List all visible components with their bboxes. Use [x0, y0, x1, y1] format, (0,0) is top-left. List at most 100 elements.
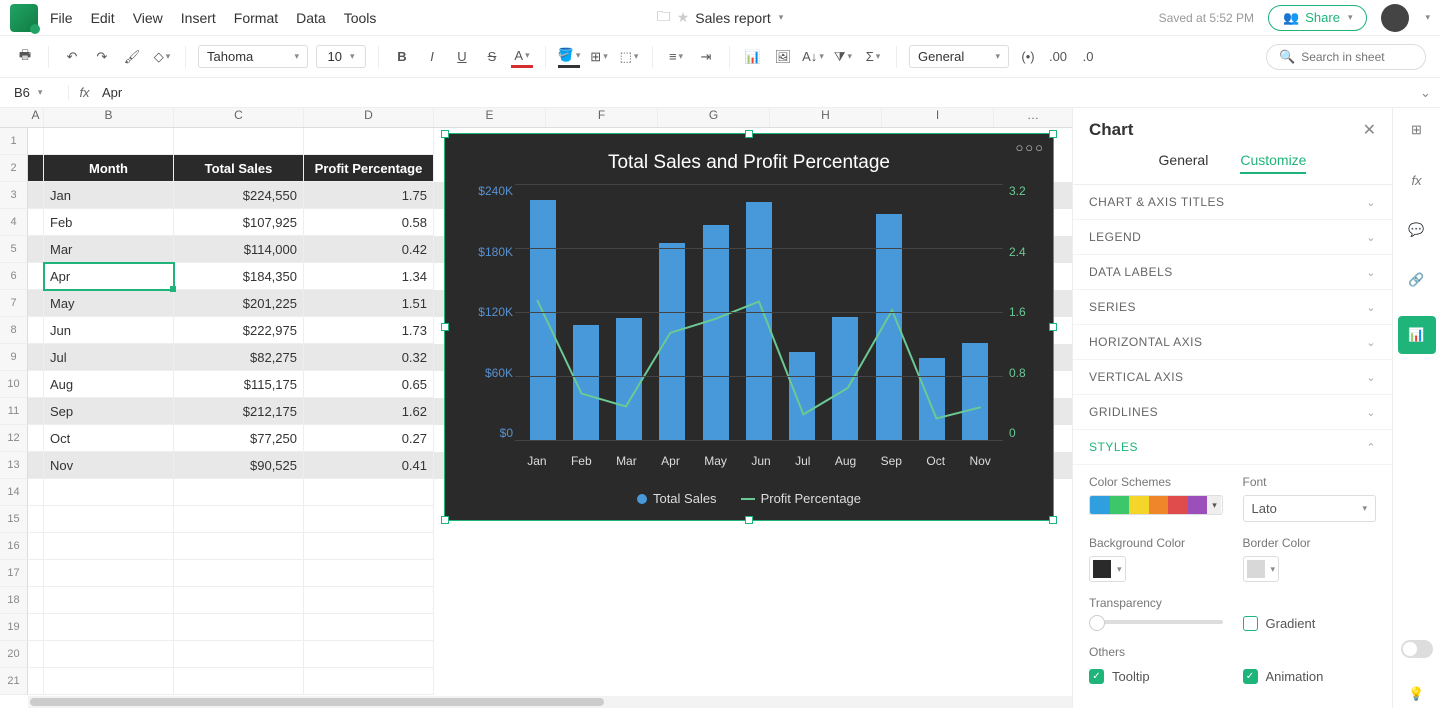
font-size-select[interactable]: 10▾ — [316, 45, 366, 68]
section-vertical-axis[interactable]: VERTICAL AXIS⌄ — [1073, 360, 1392, 395]
menu-view[interactable]: View — [133, 10, 163, 26]
chevron-down-icon: ⌄ — [1366, 406, 1376, 419]
font-select[interactable]: Tahoma▾ — [198, 45, 308, 68]
section-styles[interactable]: STYLES⌃ — [1073, 430, 1392, 465]
color-scheme-picker[interactable]: ▾ — [1089, 495, 1223, 515]
decimals-inc-icon[interactable]: .0 — [1077, 46, 1099, 68]
chevron-down-icon[interactable]: ▾ — [779, 12, 784, 23]
bg-color-picker[interactable]: ▾ — [1089, 556, 1126, 582]
bold-icon[interactable]: B — [391, 46, 413, 68]
parens-icon[interactable]: (•) — [1017, 46, 1039, 68]
image-icon[interactable]: 🖼 — [772, 46, 794, 68]
merge-icon[interactable]: ⬚▾ — [618, 46, 640, 68]
pivot-icon[interactable]: ⊞ — [1403, 116, 1431, 144]
col-header[interactable]: D — [304, 108, 434, 127]
col-header[interactable]: G — [658, 108, 770, 127]
col-header[interactable]: C — [174, 108, 304, 127]
menu-format[interactable]: Format — [234, 10, 278, 26]
col-header[interactable]: B — [44, 108, 174, 127]
decimals-dec-icon[interactable]: .00 — [1047, 46, 1069, 68]
resize-handle[interactable] — [441, 323, 449, 331]
resize-handle[interactable] — [441, 130, 449, 138]
formula-input[interactable]: Apr — [92, 85, 1420, 100]
wrap-icon[interactable]: ⇥ — [695, 46, 717, 68]
section-data-labels[interactable]: DATA LABELS⌄ — [1073, 255, 1392, 290]
menu-data[interactable]: Data — [296, 10, 326, 26]
section-series[interactable]: SERIES⌄ — [1073, 290, 1392, 325]
share-link-icon[interactable]: 🔗 — [1403, 266, 1431, 294]
tab-general[interactable]: General — [1159, 152, 1209, 174]
sigma-icon[interactable]: Σ▾ — [862, 46, 884, 68]
folder-icon[interactable]: 🗀 — [657, 6, 671, 30]
chart-panel-icon[interactable]: 📊 — [1398, 316, 1436, 354]
clear-format-icon[interactable]: ◇▾ — [151, 46, 173, 68]
col-header[interactable]: F — [546, 108, 658, 127]
align-icon[interactable]: ≡▾ — [665, 46, 687, 68]
chart-menu-icon[interactable]: ○○○ — [1015, 140, 1045, 155]
filter-icon[interactable]: ⧩▾ — [832, 46, 854, 68]
search-input[interactable] — [1301, 50, 1413, 64]
undo-icon[interactable]: ↶ — [61, 46, 83, 68]
resize-handle[interactable] — [745, 130, 753, 138]
menu-tools[interactable]: Tools — [344, 10, 377, 26]
doc-name[interactable]: Sales report — [695, 10, 770, 26]
paint-format-icon[interactable]: 🖌 — [121, 46, 143, 68]
chevron-down-icon: ⌄ — [1366, 336, 1376, 349]
text-color-icon[interactable]: A▾ — [511, 46, 533, 68]
chevron-down-icon[interactable]: ▾ — [1425, 12, 1430, 23]
menu-insert[interactable]: Insert — [181, 10, 216, 26]
horizontal-scrollbar[interactable] — [28, 696, 1072, 708]
print-icon[interactable]: 🖶 — [14, 46, 36, 68]
font-select[interactable]: Lato▾ — [1243, 495, 1377, 522]
gradient-checkbox[interactable] — [1243, 616, 1258, 631]
chart-object[interactable]: ○○○ Total Sales and Profit Percentage $2… — [444, 133, 1054, 521]
tooltip-checkbox[interactable]: ✓ — [1089, 669, 1104, 684]
underline-icon[interactable]: U — [451, 46, 473, 68]
strike-icon[interactable]: S — [481, 46, 503, 68]
menu-file[interactable]: File — [50, 10, 73, 26]
col-header[interactable]: H — [770, 108, 882, 127]
transparency-slider[interactable] — [1089, 620, 1223, 624]
italic-icon[interactable]: I — [421, 46, 443, 68]
animation-checkbox[interactable]: ✓ — [1243, 669, 1258, 684]
comment-icon[interactable]: 💬 — [1403, 216, 1431, 244]
tab-customize[interactable]: Customize — [1240, 152, 1306, 174]
spreadsheet[interactable]: A B C D E F G H I … 12MonthTotal SalesPr… — [0, 108, 1072, 708]
section-chart-axis-titles[interactable]: CHART & AXIS TITLES⌄ — [1073, 185, 1392, 220]
sort-icon[interactable]: A↓▾ — [802, 46, 824, 68]
chevron-up-icon: ⌃ — [1366, 441, 1376, 454]
resize-handle[interactable] — [441, 516, 449, 524]
search-sheet[interactable]: 🔍 — [1266, 44, 1426, 70]
fx-icon[interactable]: fx — [1403, 166, 1431, 194]
chart-legend: Total Sales Profit Percentage — [445, 491, 1053, 506]
col-header[interactable]: I — [882, 108, 994, 127]
col-header[interactable]: E — [434, 108, 546, 127]
avatar[interactable] — [1381, 4, 1409, 32]
resize-handle[interactable] — [1049, 516, 1057, 524]
expand-formula-icon[interactable]: ⌄ — [1420, 85, 1440, 101]
section-legend[interactable]: LEGEND⌄ — [1073, 220, 1392, 255]
fx-icon[interactable]: fx — [68, 85, 92, 100]
resize-handle[interactable] — [1049, 323, 1057, 331]
legend-marker-icon — [637, 494, 647, 504]
menu-edit[interactable]: Edit — [91, 10, 115, 26]
fill-color-icon[interactable]: 🪣▾ — [558, 46, 580, 68]
cell-reference[interactable]: B6▾ — [0, 85, 68, 100]
border-color-picker[interactable]: ▾ — [1243, 556, 1280, 582]
close-icon[interactable]: ✕ — [1363, 120, 1376, 140]
section-gridlines[interactable]: GRIDLINES⌄ — [1073, 395, 1392, 430]
chart-icon[interactable]: 📊 — [742, 46, 764, 68]
resize-handle[interactable] — [745, 516, 753, 524]
document-title: 🗀 ★ Sales report ▾ — [657, 6, 784, 30]
col-header[interactable]: A — [28, 108, 44, 127]
star-icon[interactable]: ★ — [677, 9, 690, 26]
share-button[interactable]: 👥 Share ▾ — [1268, 5, 1367, 31]
borders-icon[interactable]: ⊞▾ — [588, 46, 610, 68]
redo-icon[interactable]: ↷ — [91, 46, 113, 68]
resize-handle[interactable] — [1049, 130, 1057, 138]
label-others: Others — [1089, 645, 1376, 659]
dark-toggle[interactable] — [1401, 640, 1433, 658]
section-horizontal-axis[interactable]: HORIZONTAL AXIS⌄ — [1073, 325, 1392, 360]
bulb-icon[interactable]: 💡 — [1403, 680, 1431, 708]
number-format-select[interactable]: General▾ — [909, 45, 1009, 68]
